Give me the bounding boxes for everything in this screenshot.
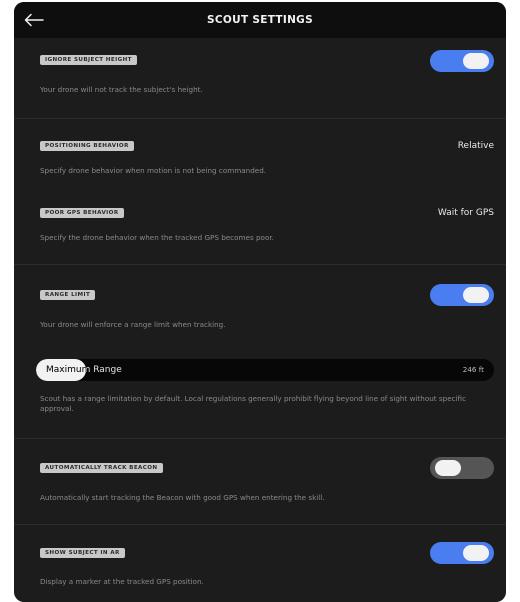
maximum-range-label: Maximum Range [46,365,122,375]
show-subject-ar-toggle[interactable] [430,542,494,564]
ignore-subject-height-label: IGNORE SUBJECT HEIGHT [40,55,137,65]
toggle-knob [435,460,461,476]
range-limit-toggle[interactable] [430,284,494,306]
positioning-behavior-label: POSITIONING BEHAVIOR [40,141,134,151]
positioning-behavior-value[interactable]: Relative [458,141,494,151]
range-limit-section: RANGE LIMIT Your drone will enforce a ra… [14,265,506,439]
toggle-knob [463,287,489,303]
poor-gps-behavior-description: Specify the drone behavior when the trac… [40,233,274,242]
ignore-subject-height-toggle[interactable] [430,50,494,72]
range-limit-description: Your drone will enforce a range limit wh… [40,320,226,329]
ignore-subject-height-section: IGNORE SUBJECT HEIGHT Your drone will no… [14,38,506,119]
track-beacon-label: AUTOMATICALLY TRACK BEACON [40,463,163,473]
ignore-subject-height-description: Your drone will not track the subject's … [40,85,203,94]
show-subject-ar-description: Display a marker at the tracked GPS posi… [40,577,204,586]
show-subject-ar-label: SHOW SUBJECT IN AR [40,548,125,558]
toggle-knob [463,545,489,561]
toggle-knob [463,53,489,69]
poor-gps-behavior-value[interactable]: Wait for GPS [438,208,494,218]
header-bar: SCOUT SETTINGS [14,2,506,38]
maximum-range-value: 246 ft [462,365,484,374]
range-limit-label: RANGE LIMIT [40,290,96,300]
track-beacon-description: Automatically start tracking the Beacon … [40,493,325,502]
back-button[interactable] [18,5,50,35]
track-beacon-section: AUTOMATICALLY TRACK BEACON Automatically… [14,439,506,525]
page-title: SCOUT SETTINGS [207,14,313,26]
maximum-range-slider[interactable]: Maximum Range 246 ft [36,359,494,381]
maximum-range-description: Scout has a range limitation by default.… [40,394,467,413]
arrow-left-icon [24,13,44,27]
track-beacon-toggle[interactable] [430,457,494,479]
scout-settings-screen: SCOUT SETTINGS IGNORE SUBJECT HEIGHT You… [14,2,506,602]
positioning-behavior-description: Specify drone behavior when motion is no… [40,166,267,175]
positioning-section: POSITIONING BEHAVIOR Relative Specify dr… [14,119,506,265]
show-subject-ar-section: SHOW SUBJECT IN AR Display a marker at t… [14,525,506,602]
poor-gps-behavior-label: POOR GPS BEHAVIOR [40,208,124,218]
